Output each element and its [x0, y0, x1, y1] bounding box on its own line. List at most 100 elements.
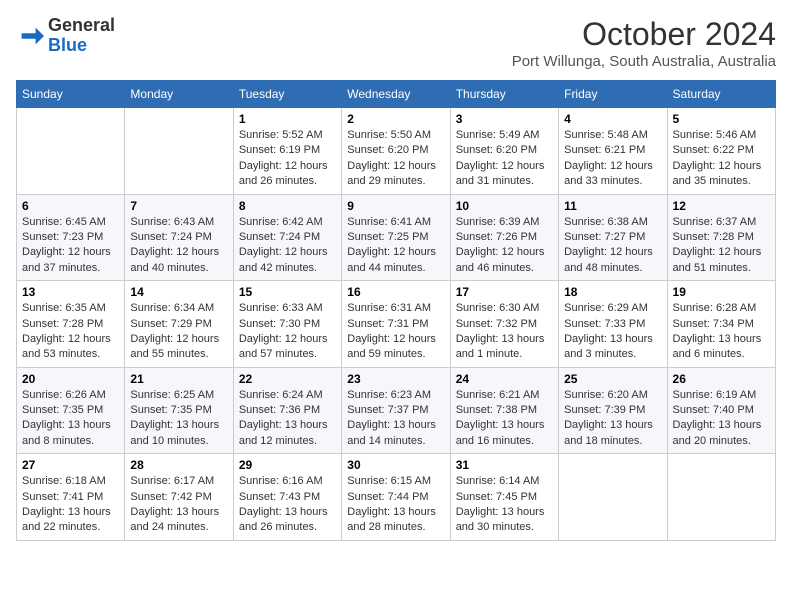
calendar-cell: 17 Sunrise: 6:30 AM Sunset: 7:32 PM Dayli…	[450, 281, 558, 368]
day-info: Sunrise: 6:18 AM Sunset: 7:41 PM Dayligh…	[22, 474, 119, 536]
week-row-3: 13 Sunrise: 6:35 AM Sunset: 7:28 PM Dayli…	[17, 281, 776, 368]
calendar-cell: 31Sunrise: 6:14 AM Sunset: 7:45 PM Dayli…	[450, 454, 558, 541]
day-info: Sunrise: 6:31 AM Sunset: 7:31 PM Dayligh…	[347, 301, 444, 363]
day-number: 21	[130, 372, 227, 386]
calendar-cell	[17, 108, 125, 195]
day-info: Sunrise: 6:30 AM Sunset: 7:32 PM Dayligh…	[456, 301, 553, 363]
day-number: 30	[347, 458, 444, 472]
day-number: 8	[239, 199, 336, 213]
calendar-cell: 21 Sunrise: 6:25 AM Sunset: 7:35 PM Dayli…	[125, 367, 233, 454]
day-number: 11	[564, 199, 661, 213]
day-number: 13	[22, 285, 119, 299]
day-number: 6	[22, 199, 119, 213]
day-number: 28	[130, 458, 227, 472]
day-info: Sunrise: 6:42 AM Sunset: 7:24 PM Dayligh…	[239, 215, 336, 277]
calendar-cell: 12Sunrise: 6:37 AM Sunset: 7:28 PM Dayli…	[667, 194, 775, 281]
day-info: Sunrise: 6:43 AM Sunset: 7:24 PM Dayligh…	[130, 215, 227, 277]
col-header-friday: Friday	[559, 81, 667, 108]
day-info: Sunrise: 6:35 AM Sunset: 7:28 PM Dayligh…	[22, 301, 119, 363]
day-info: Sunrise: 6:23 AM Sunset: 7:37 PM Dayligh…	[347, 388, 444, 450]
day-info: Sunrise: 6:25 AM Sunset: 7:35 PM Dayligh…	[130, 388, 227, 450]
logo-blue: Blue	[48, 36, 115, 56]
calendar-cell: 1 Sunrise: 5:52 AM Sunset: 6:19 PM Daylig…	[233, 108, 341, 195]
day-number: 16	[347, 285, 444, 299]
day-number: 27	[22, 458, 119, 472]
week-row-1: 1 Sunrise: 5:52 AM Sunset: 6:19 PM Daylig…	[17, 108, 776, 195]
logo: General Blue	[16, 16, 115, 56]
col-header-sunday: Sunday	[17, 81, 125, 108]
calendar-cell	[125, 108, 233, 195]
day-number: 29	[239, 458, 336, 472]
day-number: 4	[564, 112, 661, 126]
calendar-cell: 26Sunrise: 6:19 AM Sunset: 7:40 PM Dayli…	[667, 367, 775, 454]
calendar-cell: 6 Sunrise: 6:45 AM Sunset: 7:23 PM Daylig…	[17, 194, 125, 281]
day-number: 2	[347, 112, 444, 126]
day-info: Sunrise: 6:14 AM Sunset: 7:45 PM Dayligh…	[456, 474, 553, 536]
calendar-header-row: SundayMondayTuesdayWednesdayThursdayFrid…	[17, 81, 776, 108]
col-header-thursday: Thursday	[450, 81, 558, 108]
col-header-tuesday: Tuesday	[233, 81, 341, 108]
day-info: Sunrise: 6:20 AM Sunset: 7:39 PM Dayligh…	[564, 388, 661, 450]
day-info: Sunrise: 6:45 AM Sunset: 7:23 PM Dayligh…	[22, 215, 119, 277]
calendar-cell: 4 Sunrise: 5:48 AM Sunset: 6:21 PM Daylig…	[559, 108, 667, 195]
col-header-monday: Monday	[125, 81, 233, 108]
day-info: Sunrise: 6:38 AM Sunset: 7:27 PM Dayligh…	[564, 215, 661, 277]
day-number: 25	[564, 372, 661, 386]
calendar-cell: 20Sunrise: 6:26 AM Sunset: 7:35 PM Dayli…	[17, 367, 125, 454]
day-number: 19	[673, 285, 770, 299]
header: General Blue October 2024 Port Willunga,…	[16, 16, 776, 70]
day-number: 15	[239, 285, 336, 299]
calendar-cell: 23Sunrise: 6:23 AM Sunset: 7:37 PM Dayli…	[342, 367, 450, 454]
week-row-2: 6 Sunrise: 6:45 AM Sunset: 7:23 PM Daylig…	[17, 194, 776, 281]
calendar-cell: 28 Sunrise: 6:17 AM Sunset: 7:42 PM Dayli…	[125, 454, 233, 541]
week-row-4: 20Sunrise: 6:26 AM Sunset: 7:35 PM Dayli…	[17, 367, 776, 454]
calendar-cell: 22 Sunrise: 6:24 AM Sunset: 7:36 PM Dayli…	[233, 367, 341, 454]
calendar-cell: 3 Sunrise: 5:49 AM Sunset: 6:20 PM Daylig…	[450, 108, 558, 195]
day-info: Sunrise: 5:49 AM Sunset: 6:20 PM Dayligh…	[456, 128, 553, 190]
day-info: Sunrise: 6:15 AM Sunset: 7:44 PM Dayligh…	[347, 474, 444, 536]
calendar-cell	[559, 454, 667, 541]
location-title: Port Willunga, South Australia, Australi…	[512, 53, 776, 70]
day-number: 20	[22, 372, 119, 386]
calendar: SundayMondayTuesdayWednesdayThursdayFrid…	[16, 80, 776, 541]
day-info: Sunrise: 6:41 AM Sunset: 7:25 PM Dayligh…	[347, 215, 444, 277]
day-info: Sunrise: 6:16 AM Sunset: 7:43 PM Dayligh…	[239, 474, 336, 536]
calendar-cell: 14 Sunrise: 6:34 AM Sunset: 7:29 PM Dayli…	[125, 281, 233, 368]
day-number: 12	[673, 199, 770, 213]
day-info: Sunrise: 5:48 AM Sunset: 6:21 PM Dayligh…	[564, 128, 661, 190]
day-number: 22	[239, 372, 336, 386]
day-info: Sunrise: 5:52 AM Sunset: 6:19 PM Dayligh…	[239, 128, 336, 190]
calendar-cell: 9Sunrise: 6:41 AM Sunset: 7:25 PM Daylig…	[342, 194, 450, 281]
day-number: 10	[456, 199, 553, 213]
calendar-cell: 13 Sunrise: 6:35 AM Sunset: 7:28 PM Dayli…	[17, 281, 125, 368]
calendar-cell: 25 Sunrise: 6:20 AM Sunset: 7:39 PM Dayli…	[559, 367, 667, 454]
logo-icon	[16, 22, 44, 50]
day-info: Sunrise: 6:29 AM Sunset: 7:33 PM Dayligh…	[564, 301, 661, 363]
day-info: Sunrise: 6:17 AM Sunset: 7:42 PM Dayligh…	[130, 474, 227, 536]
day-info: Sunrise: 6:39 AM Sunset: 7:26 PM Dayligh…	[456, 215, 553, 277]
day-number: 7	[130, 199, 227, 213]
week-row-5: 27 Sunrise: 6:18 AM Sunset: 7:41 PM Dayli…	[17, 454, 776, 541]
month-title: October 2024	[512, 16, 776, 53]
day-number: 17	[456, 285, 553, 299]
day-info: Sunrise: 6:24 AM Sunset: 7:36 PM Dayligh…	[239, 388, 336, 450]
calendar-cell: 19 Sunrise: 6:28 AM Sunset: 7:34 PM Dayli…	[667, 281, 775, 368]
day-info: Sunrise: 6:19 AM Sunset: 7:40 PM Dayligh…	[673, 388, 770, 450]
calendar-cell: 2 Sunrise: 5:50 AM Sunset: 6:20 PM Daylig…	[342, 108, 450, 195]
day-number: 1	[239, 112, 336, 126]
day-info: Sunrise: 5:46 AM Sunset: 6:22 PM Dayligh…	[673, 128, 770, 190]
calendar-cell	[667, 454, 775, 541]
day-number: 18	[564, 285, 661, 299]
calendar-cell: 16 Sunrise: 6:31 AM Sunset: 7:31 PM Dayli…	[342, 281, 450, 368]
day-info: Sunrise: 6:28 AM Sunset: 7:34 PM Dayligh…	[673, 301, 770, 363]
day-info: Sunrise: 6:34 AM Sunset: 7:29 PM Dayligh…	[130, 301, 227, 363]
day-number: 14	[130, 285, 227, 299]
title-area: October 2024 Port Willunga, South Austra…	[512, 16, 776, 70]
day-number: 3	[456, 112, 553, 126]
day-info: Sunrise: 6:21 AM Sunset: 7:38 PM Dayligh…	[456, 388, 553, 450]
calendar-cell: 30 Sunrise: 6:15 AM Sunset: 7:44 PM Dayli…	[342, 454, 450, 541]
calendar-cell: 11 Sunrise: 6:38 AM Sunset: 7:27 PM Dayli…	[559, 194, 667, 281]
day-info: Sunrise: 5:50 AM Sunset: 6:20 PM Dayligh…	[347, 128, 444, 190]
day-number: 24	[456, 372, 553, 386]
calendar-cell: 7 Sunrise: 6:43 AM Sunset: 7:24 PM Daylig…	[125, 194, 233, 281]
